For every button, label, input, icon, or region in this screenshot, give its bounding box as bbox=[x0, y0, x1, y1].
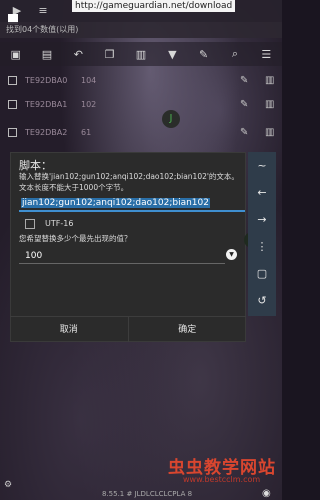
result-row[interactable]: TE92DBA0 104 ✎ ▥ bbox=[0, 68, 282, 92]
count-label: 您希望替换多少个最先出现的值？ bbox=[19, 234, 132, 243]
arrow-right-icon[interactable]: → bbox=[248, 206, 276, 233]
row-checkbox[interactable] bbox=[8, 99, 17, 109]
dialog-buttons: 取消 确定 bbox=[10, 316, 246, 342]
history-icon[interactable]: ↺ bbox=[248, 287, 276, 314]
delete-icon[interactable]: ▥ bbox=[265, 99, 274, 110]
count-input[interactable]: 100 bbox=[19, 248, 225, 264]
delete-icon[interactable]: ▥ bbox=[265, 75, 274, 86]
edit-icon[interactable]: ✎ bbox=[240, 127, 248, 138]
eye-icon[interactable]: ◉ bbox=[262, 488, 271, 499]
j-badge[interactable]: J bbox=[162, 110, 180, 128]
edit-icon[interactable]: ✎ bbox=[195, 48, 213, 61]
row-address: TE92DBA0 bbox=[25, 75, 68, 85]
save-icon[interactable]: ▤ bbox=[38, 48, 56, 61]
search-icon[interactable]: ⌕ bbox=[226, 47, 244, 61]
download-url: http://gameguardian.net/download bbox=[72, 0, 236, 12]
more-icon[interactable]: ⋮ bbox=[248, 233, 276, 260]
search-summary: 找到04个数值(以用) bbox=[0, 22, 282, 38]
result-row[interactable]: TE92DBA1 102 ✎ ▥ bbox=[0, 92, 282, 116]
select-all-icon[interactable]: ▣ bbox=[7, 48, 25, 61]
chevron-down-icon[interactable]: ▼ bbox=[226, 249, 237, 260]
replace-dialog: 脚本： 输入替换'jian102;gun102;anqi102;dao102;b… bbox=[10, 152, 246, 342]
arrow-left-icon[interactable]: ← bbox=[248, 179, 276, 206]
gear-icon[interactable]: ⚙ bbox=[4, 480, 12, 490]
edit-icon[interactable]: ✎ bbox=[240, 99, 248, 110]
row-value: 102 bbox=[81, 99, 97, 109]
script-input[interactable]: jian102;gun102;anqi102;dao102;bian102 bbox=[19, 196, 245, 212]
script-input-value: jian102;gun102;anqi102;dao102;bian102 bbox=[21, 198, 210, 208]
results-toolbar: ▣ ▤ ↶ ❐ ▥ ▼ ✎ ⌕ ☰ bbox=[0, 42, 282, 66]
row-address: TE92DBA1 bbox=[25, 99, 68, 109]
side-panel: ~ ← → ⋮ ▢ ↺ bbox=[248, 152, 276, 316]
watermark-url: www.bestcclm.com bbox=[183, 475, 261, 484]
row-address: TE92DBA2 bbox=[25, 127, 68, 137]
settings-sliders-icon[interactable]: ≡ bbox=[34, 4, 52, 18]
row-value: 104 bbox=[81, 75, 97, 85]
tilde-key-icon[interactable]: ~ bbox=[248, 152, 276, 179]
edit-icon[interactable]: ✎ bbox=[240, 75, 248, 86]
version-text: 8.55.1 # JLDLCLCLCPLA 8 bbox=[102, 490, 193, 498]
result-row[interactable]: TE92DBA2 61 ✎ ▥ bbox=[0, 120, 282, 144]
row-checkbox[interactable] bbox=[8, 75, 17, 85]
cancel-button[interactable]: 取消 bbox=[10, 317, 129, 342]
list-menu-icon[interactable]: ☰ bbox=[257, 48, 275, 61]
row-value: 61 bbox=[81, 127, 92, 137]
delete-icon[interactable]: ▥ bbox=[132, 48, 150, 61]
delete-icon[interactable]: ▥ bbox=[265, 127, 274, 138]
undo-icon[interactable]: ↶ bbox=[69, 48, 87, 61]
copy-icon[interactable]: ❐ bbox=[101, 48, 119, 61]
row-checkbox[interactable] bbox=[8, 127, 17, 137]
utf16-checkbox[interactable] bbox=[25, 219, 35, 229]
filter-icon[interactable]: ▼ bbox=[163, 48, 181, 61]
select-icon[interactable]: ▢ bbox=[248, 260, 276, 287]
utf16-label: UTF-16 bbox=[45, 219, 74, 228]
ok-button[interactable]: 确定 bbox=[129, 317, 247, 342]
dialog-description: 输入替换'jian102;gun102;anqi102;dao102;bian1… bbox=[19, 172, 239, 192]
